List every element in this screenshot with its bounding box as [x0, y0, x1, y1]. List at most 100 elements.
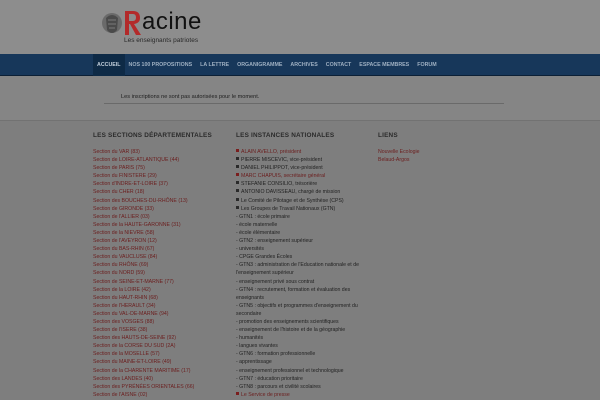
- section-link[interactable]: Section de la CHARENTE MARITIME (17): [93, 367, 228, 375]
- instance-label: - GTN4 : recrutement, formation et évalu…: [236, 286, 351, 301]
- section-link[interactable]: Section d'INDRE-ET-LOIRE (37): [93, 180, 228, 188]
- instance-label: - enseignement privé sous contrat: [236, 278, 315, 285]
- instance-item: - enseignement privé sous contrat: [236, 278, 364, 286]
- section-link[interactable]: Section du FINISTERE (29): [93, 172, 228, 180]
- notice-divider: [104, 103, 504, 104]
- instance-item: - GTN3 : administration de l'Education n…: [236, 261, 364, 277]
- content-divider: [0, 120, 600, 121]
- section-link[interactable]: Section de la LOIRE (42): [93, 286, 228, 294]
- instance-item: - GTN8 : parcours et civilité scolaires: [236, 383, 364, 391]
- nav-item-la-lettre[interactable]: La lettre: [196, 54, 233, 76]
- instance-item: - GTN6 : formation professionnelle: [236, 350, 364, 358]
- nav-item-accueil[interactable]: Accueil: [93, 54, 125, 76]
- section-link[interactable]: Section des BOUCHES-DU-RHÔNE (13): [93, 197, 228, 205]
- section-link[interactable]: Section du VAL-DE-MARNE (94): [93, 310, 228, 318]
- instance-label: - universités: [236, 246, 264, 253]
- section-link[interactable]: Section du CHER (18): [93, 188, 228, 196]
- instance-label: - GTN1 : école primaire: [236, 213, 290, 220]
- notice-band: [0, 76, 600, 120]
- instances-title: LES INSTANCES NATIONALES: [236, 132, 335, 139]
- section-link[interactable]: Section de SEINE-ET-MARNE (77): [93, 278, 228, 286]
- section-link[interactable]: Section de l'HERAULT (34): [93, 302, 228, 310]
- section-link[interactable]: Section des VOSGES (88): [93, 318, 228, 326]
- section-link[interactable]: Section des HAUTS-DE-SEINE (92): [93, 334, 228, 342]
- instance-label: - école élémentaire: [236, 229, 281, 236]
- instance-item: - école élémentaire: [236, 229, 364, 237]
- instance-link[interactable]: MARC CHAPUIS, secrétaire général: [236, 172, 364, 180]
- section-link[interactable]: Section du RHÔNE (69): [93, 261, 228, 269]
- nav-item-espace-membres[interactable]: Espace membres: [355, 54, 413, 76]
- sections-list: Section du VAR (83) Section de LOIRE-ATLA…: [93, 148, 228, 399]
- logo-tagline: Les enseignants patriotes: [124, 37, 199, 44]
- instance-item: - apprentissage: [236, 358, 364, 366]
- instance-item: - école maternelle: [236, 221, 364, 229]
- instance-item: STEFANIE CONSILIO, trésorière: [236, 180, 364, 188]
- section-link[interactable]: Section de GIRONDE (33): [93, 205, 228, 213]
- square-bullet-icon: [236, 173, 239, 177]
- section-link[interactable]: Section des PYRÉNÉES ORIENTALES (66): [93, 383, 228, 391]
- instance-label: DANIEL PHILIPPOT, vice-président: [241, 165, 323, 172]
- square-bullet-icon: [236, 189, 239, 193]
- square-bullet-icon: [236, 181, 239, 185]
- instances-column: LES INSTANCES NATIONALES ALAIN AVELLO, p…: [236, 132, 364, 399]
- section-link[interactable]: Section de l'ALLIER (03): [93, 213, 228, 221]
- instance-item: - GTN5 : objectifs et programmes d'ensei…: [236, 302, 364, 318]
- logo-wordmark: acine: [142, 8, 202, 35]
- site-logo[interactable]: acine Les enseignants patriotes: [101, 8, 231, 46]
- instance-link[interactable]: Le Service de presse: [236, 391, 364, 399]
- logo-r-icon: [125, 11, 141, 35]
- nav-item-forum[interactable]: Forum: [413, 54, 440, 76]
- sections-title: LES SECTIONS DÉPARTEMENTALES: [93, 132, 212, 139]
- external-link[interactable]: Nouvelle Ecologie: [378, 148, 478, 156]
- instance-item: Les Groupes de Travail Nationaux (GTN): [236, 205, 364, 213]
- section-link[interactable]: Section du NORD (59): [93, 269, 228, 277]
- instance-item: - promotion des enseignements scientifiq…: [236, 318, 364, 326]
- instance-label: - enseignement de l'histoire et de la gé…: [236, 327, 346, 334]
- nav-item-nos-100-propositions[interactable]: Nos 100 propositions: [125, 54, 197, 76]
- square-bullet-icon: [236, 149, 239, 152]
- section-link[interactable]: Section des LANDES (40): [93, 375, 228, 383]
- instance-item: - enseignement de l'histoire et de la gé…: [236, 326, 364, 334]
- section-link[interactable]: Section de l'AVEYRON (12): [93, 237, 228, 245]
- marianne-emblem-icon: [102, 13, 122, 33]
- links-column: LIENS Nouvelle Ecologie Belaud-Argos: [378, 132, 478, 164]
- instance-item: - enseignement professionnel et technolo…: [236, 367, 364, 375]
- registration-notice: Les inscriptions ne sont pas autorisées …: [121, 94, 260, 100]
- instances-list: ALAIN AVELLO, président PIERRE MISCEVIC, …: [236, 148, 364, 399]
- section-link[interactable]: Section de la CORSE DU SUD (2A): [93, 342, 228, 350]
- instance-label: - promotion des enseignements scientifiq…: [236, 318, 339, 325]
- links-title: LIENS: [378, 132, 398, 139]
- instance-label: - GTN8 : parcours et civilité scolaires: [236, 383, 321, 390]
- instance-label: - enseignement professionnel et technolo…: [236, 367, 344, 374]
- square-bullet-icon: [236, 391, 239, 395]
- section-link[interactable]: Section du HAUT-RHIN (68): [93, 294, 228, 302]
- section-link[interactable]: Section du VAUCLUSE (84): [93, 253, 228, 261]
- section-link[interactable]: Section de l'AISNE (02): [93, 391, 228, 399]
- instance-item: - GTN4 : recrutement, formation et évalu…: [236, 286, 364, 302]
- instance-item: - universités: [236, 245, 364, 253]
- section-link[interactable]: Section du VAR (83): [93, 148, 228, 156]
- instance-label: - CPGE Grandes Écoles: [236, 254, 293, 261]
- section-link[interactable]: Section de PARIS (75): [93, 164, 228, 172]
- nav-item-contact[interactable]: Contact: [322, 54, 356, 76]
- instance-item: - GTN1 : école primaire: [236, 213, 364, 221]
- instance-item: - humanités: [236, 334, 364, 342]
- instance-label: - GTN5 : objectifs et programmes d'ensei…: [236, 302, 358, 317]
- nav-item-organigramme[interactable]: Organigramme: [233, 54, 286, 76]
- section-link[interactable]: Section du MAINE-ET-LOIRE (49): [93, 358, 228, 366]
- instance-label: ALAIN AVELLO, président: [241, 149, 302, 155]
- nav-item-archives[interactable]: Archives: [286, 54, 321, 76]
- instance-link[interactable]: ALAIN AVELLO, président: [236, 148, 364, 156]
- instance-item: - GTN2 : enseignement supérieur: [236, 237, 364, 245]
- section-link[interactable]: Section de la HAUTE-GARONNE (31): [93, 221, 228, 229]
- section-link[interactable]: Section de la MOSELLE (57): [93, 350, 228, 358]
- instance-label: Le Comité de Pilotage et de Synthèse (CP…: [241, 197, 344, 204]
- section-link[interactable]: Section de la NIEVRE (58): [93, 229, 228, 237]
- section-link[interactable]: Section de l'ISERE (38): [93, 326, 228, 334]
- external-link[interactable]: Belaud-Argos: [378, 156, 478, 164]
- section-link[interactable]: Section du BAS-RHIN (67): [93, 245, 228, 253]
- instance-label: - apprentissage: [236, 359, 272, 366]
- square-bullet-icon: [236, 157, 239, 161]
- links-list: Nouvelle Ecologie Belaud-Argos: [378, 148, 478, 164]
- section-link[interactable]: Section de LOIRE-ATLANTIQUE (44): [93, 156, 228, 164]
